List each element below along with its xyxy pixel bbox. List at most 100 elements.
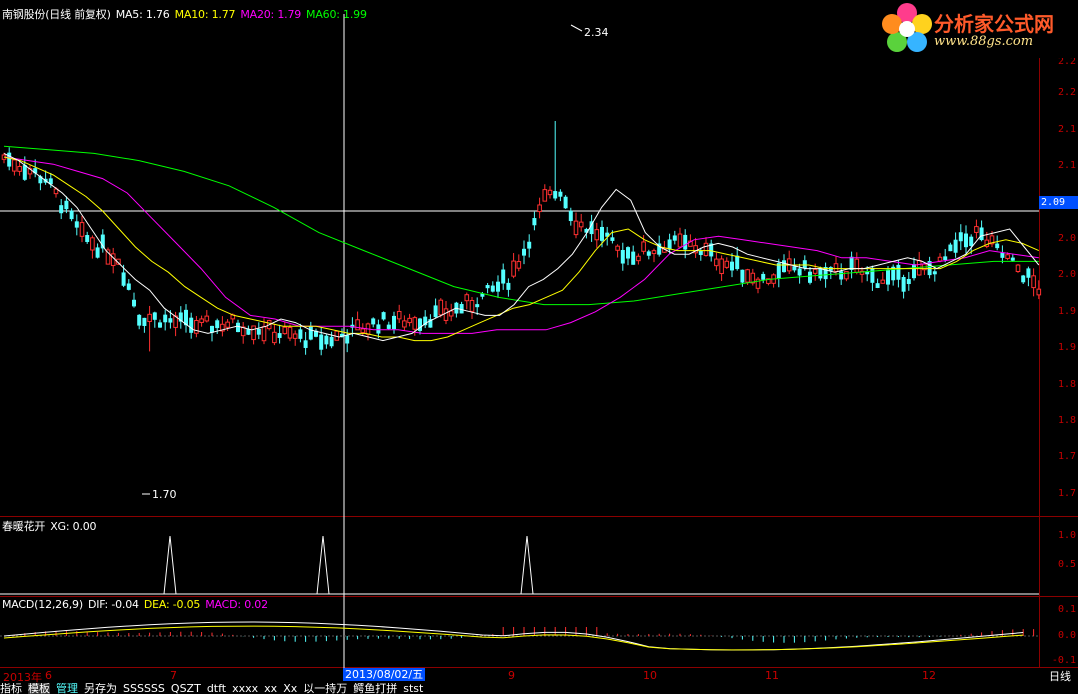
candle-body — [246, 329, 251, 335]
candle-body — [901, 277, 906, 292]
candle-body — [912, 264, 916, 279]
candle-body — [969, 236, 974, 247]
candle-body — [355, 319, 360, 331]
candle-body — [407, 317, 412, 324]
tab-formula[interactable]: 以一持万 — [303, 683, 347, 694]
candle-body — [833, 263, 839, 272]
candle-body — [475, 304, 480, 308]
candle-body — [501, 269, 506, 284]
candle-body — [626, 247, 630, 259]
candle-body — [563, 196, 568, 209]
candle-body — [875, 283, 880, 288]
high-marker — [570, 24, 583, 32]
candle-body — [303, 340, 308, 348]
candle-body — [121, 272, 126, 286]
candle-body — [677, 233, 683, 248]
candle-body — [1021, 275, 1026, 283]
candle-body — [610, 237, 615, 241]
candle-body — [839, 271, 844, 280]
candle-body — [532, 218, 537, 226]
candle-body — [735, 255, 740, 270]
candle-body — [802, 260, 807, 269]
candle-body — [225, 321, 230, 328]
stock-chart-window[interactable]: 1.70 2.34 南钢股份(日线 前复权) MA5: 1.76 MA10: 1.77… — [0, 0, 1078, 694]
chart-canvas[interactable]: 1.70 2.34 — [0, 0, 1078, 694]
candle-body — [568, 210, 573, 222]
tab-save-as[interactable]: 另存为 — [84, 683, 117, 694]
candle-body — [620, 250, 625, 264]
candle-body — [95, 247, 100, 258]
candle-body — [672, 235, 677, 241]
period-label[interactable]: 日线 — [1042, 668, 1078, 684]
candle-body — [527, 241, 532, 249]
candle-body — [631, 251, 636, 265]
candle-body — [516, 261, 522, 269]
candle-body — [485, 285, 490, 289]
candle-body — [953, 239, 958, 253]
candle-body — [287, 327, 293, 339]
price-tick: 1.9 — [1057, 306, 1076, 317]
candle-body — [386, 324, 391, 329]
candle-body — [792, 266, 797, 271]
tab-formula[interactable]: stst — [403, 683, 423, 694]
tab-formula[interactable]: dtft — [207, 683, 226, 694]
x-label-month: 10 — [643, 669, 657, 682]
ind1-tick: 0.5 — [1057, 559, 1076, 570]
candle-body — [730, 261, 734, 271]
cursor-date-label: 2013/08/02/五 — [343, 668, 426, 681]
dea-value: DEA: -0.05 — [143, 598, 201, 611]
candle-body — [433, 305, 438, 318]
candle-body — [64, 200, 69, 210]
candle-body — [703, 242, 709, 256]
candle-body — [236, 322, 240, 333]
candle-body — [256, 328, 261, 335]
candle-body — [69, 210, 74, 220]
price-tick: 1.8 — [1057, 415, 1076, 426]
xg-signal-spike — [316, 535, 330, 595]
dif-value: DIF: -0.04 — [87, 598, 139, 611]
tab-formula[interactable]: 鳄鱼打拼 — [353, 683, 397, 694]
tab-template[interactable]: 模板 — [28, 683, 50, 694]
candle-body — [573, 220, 579, 236]
ma5-value: MA5: 1.76 — [115, 8, 170, 21]
candle-body — [360, 328, 366, 334]
tab-manage[interactable]: 管理 — [56, 683, 78, 694]
candle-body — [578, 221, 584, 228]
tab-formula[interactable]: Xx — [283, 683, 297, 694]
tab-formula[interactable]: SSSSSS — [123, 683, 165, 694]
candle-body — [958, 232, 963, 242]
tab-formula[interactable]: xx — [264, 683, 277, 694]
price-tick: 1.7 — [1057, 488, 1076, 499]
macd-legend: MACD(12,26,9) DIF: -0.04 DEA: -0.05 MACD: 0… — [2, 598, 273, 611]
macd-tick: 0.1 — [1057, 604, 1076, 615]
tab-formula[interactable]: QSZT — [171, 683, 201, 694]
candle-body — [152, 312, 157, 320]
candle-body — [594, 229, 600, 241]
bottom-toolbar: 指标 模板 管理 另存为 SSSSSS QSZT dtft xxxx xx Xx 以一持万 鳄鱼打拼 s… — [0, 683, 1078, 694]
candlestick-series — [1, 121, 1042, 356]
candle-body — [553, 191, 558, 199]
candle-body — [443, 308, 449, 321]
candle-body — [761, 273, 766, 280]
candle-body — [329, 336, 334, 347]
candle-body — [496, 281, 500, 292]
price-tick: 2.0 — [1057, 269, 1076, 280]
candle-body — [319, 334, 324, 350]
candle-body — [345, 335, 350, 344]
candle-body — [59, 205, 64, 214]
candle-body — [282, 326, 288, 335]
ma5-line — [3, 152, 1040, 342]
price-tick: 2.2 — [1057, 87, 1076, 98]
candle-body — [464, 294, 470, 302]
tab-indicator[interactable]: 指标 — [0, 683, 22, 694]
ma10-line — [3, 156, 1040, 342]
candle-body — [132, 299, 136, 307]
tab-formula[interactable]: xxxx — [232, 683, 258, 694]
candle-body — [392, 315, 396, 330]
x-label-month: 12 — [922, 669, 936, 682]
candle-body — [448, 310, 454, 317]
xg-signal-spike — [520, 535, 534, 595]
candle-body — [251, 325, 256, 341]
candle-body — [683, 234, 688, 250]
candle-body — [199, 318, 204, 323]
